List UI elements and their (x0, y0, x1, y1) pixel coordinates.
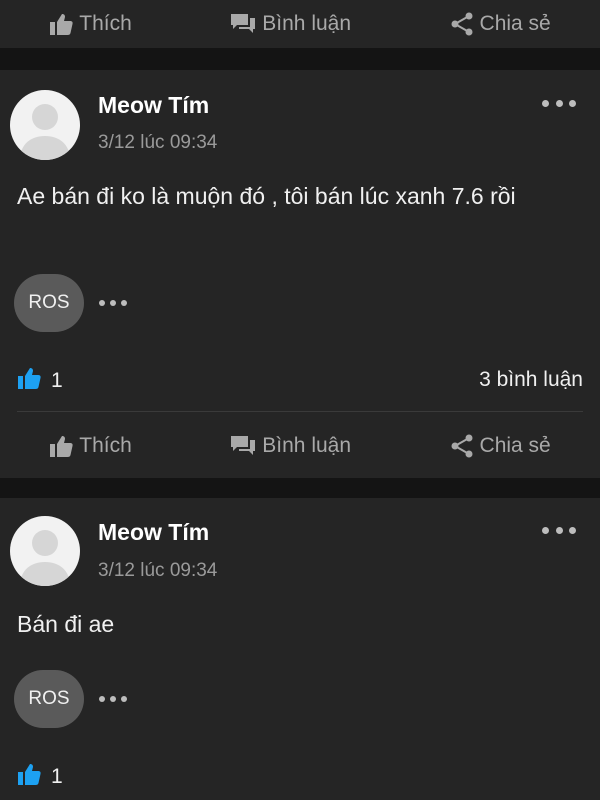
like-button[interactable]: Thích (49, 12, 132, 36)
author-name[interactable]: Meow Tím (98, 92, 209, 119)
thumbs-up-icon (49, 13, 73, 35)
post-timestamp: 3/12 lúc 09:34 (98, 560, 218, 581)
post-text: Bán đi ae (17, 611, 115, 637)
thumbs-up-icon (17, 763, 43, 791)
tag-more-icon[interactable] (99, 298, 127, 308)
post-text: Ae bán đi ko là muộn đó , tôi bán lúc xa… (17, 183, 516, 209)
thumbs-up-icon (17, 367, 43, 395)
author-name[interactable]: Meow Tím (98, 519, 209, 546)
share-icon (450, 12, 474, 36)
share-button[interactable]: Chia sẻ (450, 434, 551, 458)
comment-count[interactable]: 3 bình luận (479, 368, 583, 392)
comment-icon (230, 435, 256, 457)
comment-button[interactable]: Bình luận (230, 12, 351, 36)
comment-icon (230, 13, 256, 35)
tag-more-icon[interactable] (99, 694, 127, 704)
previous-post-actions: Thích Bình luận Chia sẻ (0, 0, 600, 48)
avatar-placeholder-icon (20, 104, 70, 160)
like-label: Thích (79, 434, 132, 457)
share-label: Chia sẻ (479, 12, 551, 35)
more-options-button[interactable] (542, 523, 576, 537)
like-count: 1 (51, 369, 63, 392)
like-summary[interactable]: 1 (17, 763, 63, 791)
thumbs-up-icon (49, 435, 73, 457)
post-actions: Thích Bình luận Chia sẻ (0, 416, 600, 476)
share-label: Chia sẻ (479, 434, 551, 457)
share-button[interactable]: Chia sẻ (450, 12, 551, 36)
feed: Thích Bình luận Chia sẻ Meow Tím 3/12 lú… (0, 0, 600, 800)
comment-label: Bình luận (262, 434, 352, 457)
share-icon (450, 434, 474, 458)
like-count: 1 (51, 765, 63, 788)
more-options-button[interactable] (542, 96, 576, 110)
like-label: Thích (79, 12, 132, 35)
tag-chip[interactable]: ROS (14, 670, 84, 728)
avatar[interactable] (10, 90, 80, 160)
comment-button[interactable]: Bình luận (230, 434, 351, 458)
comment-label: Bình luận (262, 12, 352, 35)
avatar[interactable] (10, 516, 80, 586)
post-timestamp: 3/12 lúc 09:34 (98, 132, 218, 153)
tag-chip[interactable]: ROS (14, 274, 84, 332)
avatar-placeholder-icon (20, 530, 70, 586)
like-button[interactable]: Thích (49, 434, 132, 458)
post-card: Meow Tím 3/12 lúc 09:34 Bán đi ae ROS 1 (0, 498, 600, 800)
divider (17, 411, 583, 412)
post-card: Meow Tím 3/12 lúc 09:34 Ae bán đi ko là … (0, 70, 600, 478)
like-summary[interactable]: 1 (17, 367, 63, 395)
